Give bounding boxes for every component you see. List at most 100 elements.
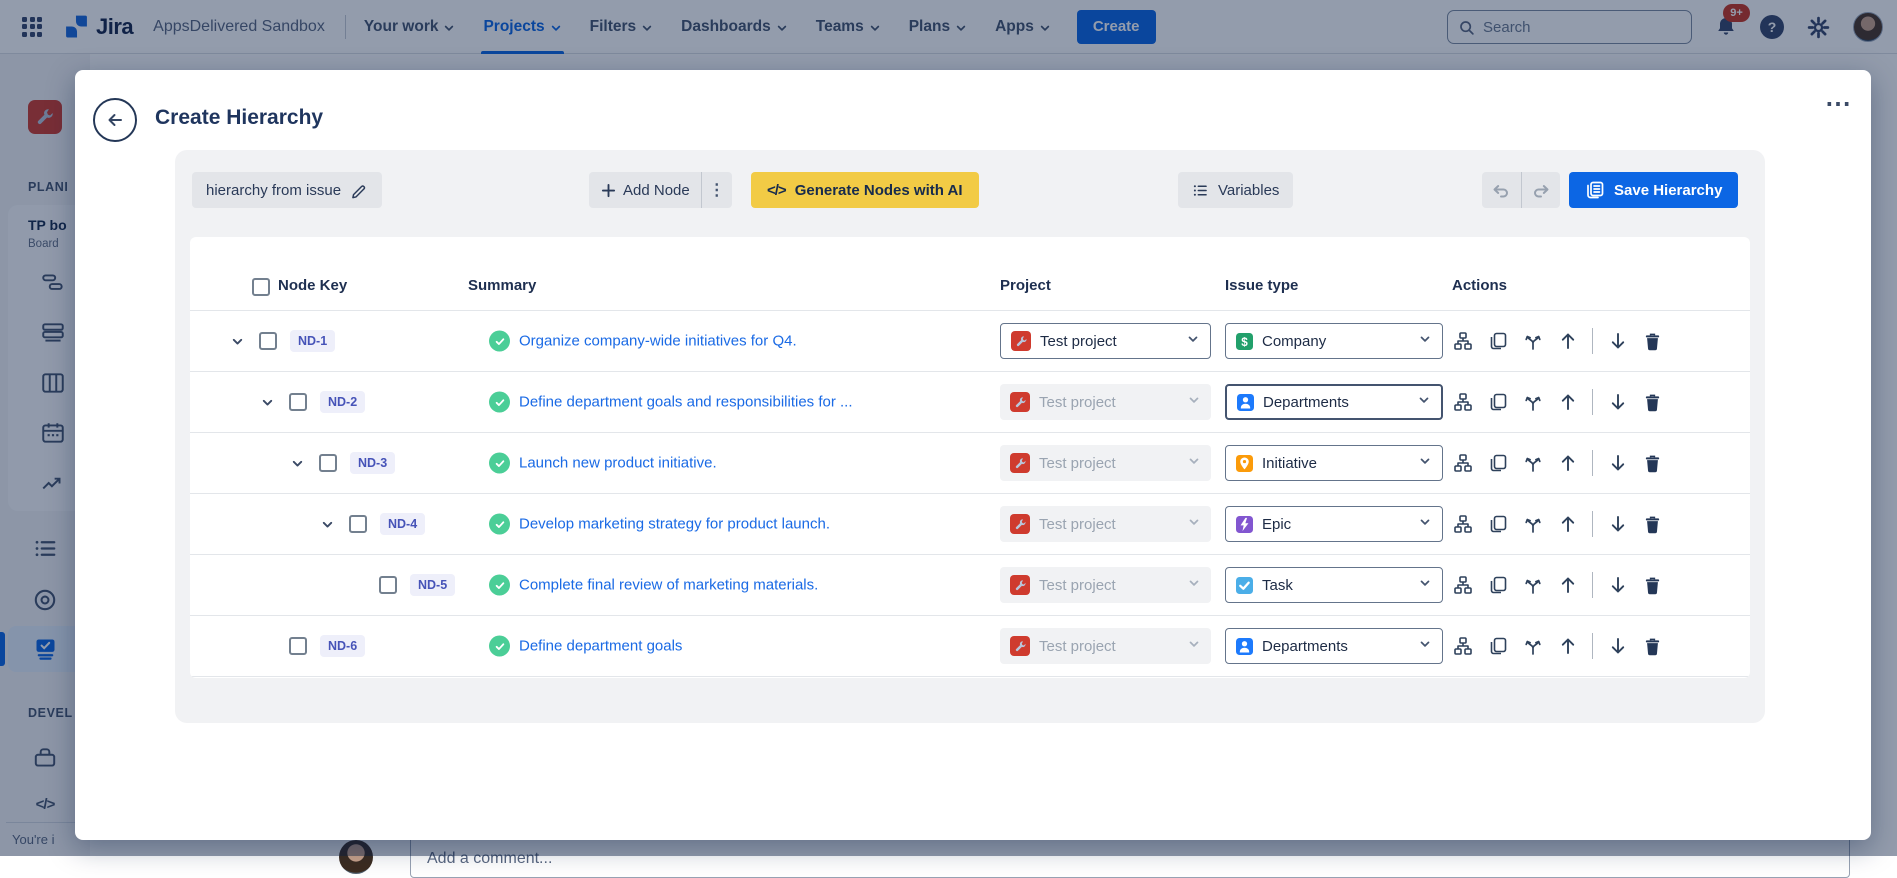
move-up-button[interactable]	[1557, 512, 1578, 536]
copy-icon	[1488, 575, 1508, 595]
move-down-button[interactable]	[1607, 512, 1628, 536]
add-child-node-button[interactable]	[1452, 390, 1473, 414]
branch-node-button[interactable]	[1522, 451, 1543, 475]
move-up-button[interactable]	[1557, 451, 1578, 475]
save-hierarchy-label: Save Hierarchy	[1614, 182, 1722, 199]
issue-type-select[interactable]: Departments	[1225, 384, 1443, 420]
summary-link[interactable]: Develop marketing strategy for product l…	[519, 516, 830, 533]
move-up-button[interactable]	[1557, 390, 1578, 414]
add-child-node-button[interactable]	[1452, 329, 1473, 353]
select-all-checkbox[interactable]	[252, 278, 270, 296]
issue-type-select[interactable]: Departments	[1225, 628, 1443, 664]
project-select[interactable]: Test project	[1000, 567, 1211, 603]
generate-nodes-ai-button[interactable]: </> Generate Nodes with AI	[751, 172, 979, 208]
expand-chevron-icon[interactable]	[320, 516, 336, 532]
status-check-icon	[489, 636, 510, 657]
pencil-icon	[353, 186, 365, 198]
project-icon	[1010, 453, 1030, 473]
status-check-icon	[489, 453, 510, 474]
arrow-down-icon	[1608, 392, 1628, 412]
arrow-up-icon	[1558, 331, 1578, 351]
save-hierarchy-button[interactable]: Save Hierarchy	[1569, 172, 1738, 208]
move-up-button[interactable]	[1557, 573, 1578, 597]
issue-type-select[interactable]: $ Company	[1225, 323, 1443, 359]
arrow-up-icon	[1558, 392, 1578, 412]
project-select[interactable]: Test project	[1000, 628, 1211, 664]
duplicate-node-button[interactable]	[1487, 390, 1508, 414]
project-icon	[1010, 575, 1030, 595]
summary-link[interactable]: Define department goals and responsibili…	[519, 394, 853, 411]
hierarchy-name-button[interactable]: hierarchy from issue	[192, 172, 382, 208]
summary-link[interactable]: Define department goals	[519, 638, 682, 655]
trash-icon	[1643, 637, 1662, 656]
chevron-down-icon	[1186, 332, 1200, 351]
row-checkbox[interactable]	[289, 393, 307, 411]
delete-node-button[interactable]	[1642, 451, 1663, 475]
summary-link[interactable]: Launch new product initiative.	[519, 455, 717, 472]
table-row-nd-4: ND-4 Develop marketing strategy for prod…	[190, 494, 1750, 555]
code-brackets-icon: </>	[767, 182, 786, 199]
row-checkbox[interactable]	[319, 454, 337, 472]
add-node-label: Add Node	[623, 182, 690, 199]
table-row-nd-6: ND-6 Define department goals Test projec…	[190, 616, 1750, 677]
move-down-button[interactable]	[1607, 451, 1628, 475]
row-checkbox[interactable]	[349, 515, 367, 533]
summary-link[interactable]: Organize company-wide initiatives for Q4…	[519, 333, 797, 350]
redo-button[interactable]	[1521, 172, 1560, 208]
duplicate-node-button[interactable]	[1487, 634, 1508, 658]
add-node-kebab-icon[interactable]: ⋮	[702, 180, 732, 200]
project-select-value: Test project	[1039, 394, 1178, 411]
move-down-button[interactable]	[1607, 634, 1628, 658]
branch-node-button[interactable]	[1522, 512, 1543, 536]
add-child-node-button[interactable]	[1452, 573, 1473, 597]
node-key-badge: ND-5	[410, 574, 455, 596]
table-body: ND-1 Organize company-wide initiatives f…	[190, 311, 1750, 677]
variables-list-icon	[1198, 186, 1206, 195]
row-checkbox[interactable]	[259, 332, 277, 350]
project-select[interactable]: Test project	[1000, 506, 1211, 542]
branch-node-button[interactable]	[1522, 634, 1543, 658]
duplicate-node-button[interactable]	[1487, 512, 1508, 536]
row-checkbox[interactable]	[289, 637, 307, 655]
move-down-button[interactable]	[1607, 573, 1628, 597]
expand-chevron-icon[interactable]	[260, 394, 276, 410]
delete-node-button[interactable]	[1642, 634, 1663, 658]
row-checkbox[interactable]	[379, 576, 397, 594]
issue-type-select[interactable]: Initiative	[1225, 445, 1443, 481]
add-child-node-button[interactable]	[1452, 451, 1473, 475]
issue-type-select[interactable]: Task	[1225, 567, 1443, 603]
undo-redo-group	[1482, 172, 1560, 208]
delete-node-button[interactable]	[1642, 329, 1663, 353]
add-node-button[interactable]: Add Node	[601, 182, 701, 199]
variables-button[interactable]: Variables	[1178, 172, 1293, 208]
project-select[interactable]: Test project	[1000, 445, 1211, 481]
chevron-down-icon	[1187, 515, 1201, 534]
branch-node-button[interactable]	[1522, 390, 1543, 414]
more-options-icon[interactable]: ⋯	[1825, 88, 1852, 119]
duplicate-node-button[interactable]	[1487, 329, 1508, 353]
add-child-node-button[interactable]	[1452, 512, 1473, 536]
branch-node-button[interactable]	[1522, 573, 1543, 597]
delete-node-button[interactable]	[1642, 512, 1663, 536]
row-actions	[1452, 450, 1663, 476]
duplicate-node-button[interactable]	[1487, 573, 1508, 597]
table-row-nd-5: ND-5 Complete final review of marketing …	[190, 555, 1750, 616]
summary-link[interactable]: Complete final review of marketing mater…	[519, 577, 818, 594]
back-button[interactable]	[93, 98, 137, 142]
project-select[interactable]: Test project	[1000, 384, 1211, 420]
expand-chevron-icon[interactable]	[230, 333, 246, 349]
chevron-down-icon	[1418, 332, 1432, 351]
branch-node-button[interactable]	[1522, 329, 1543, 353]
move-up-button[interactable]	[1557, 329, 1578, 353]
expand-chevron-icon[interactable]	[290, 455, 306, 471]
move-up-button[interactable]	[1557, 634, 1578, 658]
undo-button[interactable]	[1482, 172, 1521, 208]
add-child-node-button[interactable]	[1452, 634, 1473, 658]
duplicate-node-button[interactable]	[1487, 451, 1508, 475]
project-select[interactable]: Test project	[1000, 323, 1211, 359]
issue-type-select[interactable]: Epic	[1225, 506, 1443, 542]
move-down-button[interactable]	[1607, 390, 1628, 414]
delete-node-button[interactable]	[1642, 573, 1663, 597]
move-down-button[interactable]	[1607, 329, 1628, 353]
delete-node-button[interactable]	[1642, 390, 1663, 414]
